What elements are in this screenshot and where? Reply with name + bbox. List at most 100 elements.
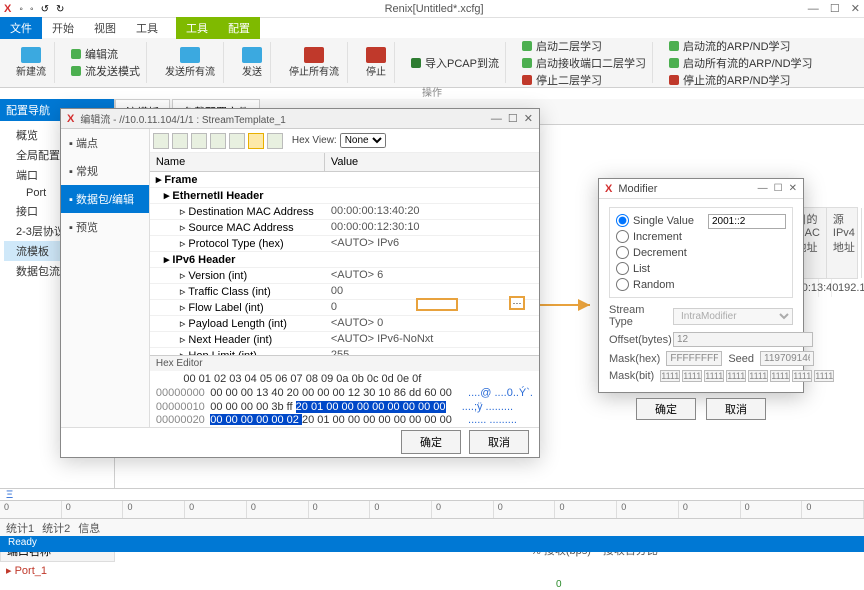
tree-row[interactable]: ▸ Frame: [150, 172, 539, 188]
modifier-maximize[interactable]: ☐: [774, 183, 783, 194]
send-button[interactable]: 发送: [240, 45, 264, 80]
modifier-cancel-button[interactable]: 取消: [706, 398, 766, 420]
hex-view-label: Hex View:: [292, 135, 337, 146]
tree-row[interactable]: ▸ IPv6 Header: [150, 252, 539, 268]
dialog-close[interactable]: ✕: [524, 112, 533, 125]
dialog-title: 编辑流 - //10.0.11.104/1/1 : StreamTemplate…: [80, 111, 485, 126]
timeline-icon[interactable]: Ξ: [0, 488, 864, 500]
packet-tree-grid[interactable]: Name Value ▸ Frame▸ EthernetII Header▹ D…: [150, 153, 539, 355]
edit-stream-dialog: X 编辑流 - //10.0.11.104/1/1 : StreamTempla…: [60, 108, 540, 458]
tb-icon-highlight[interactable]: [248, 133, 264, 149]
maskbit-cell: [660, 370, 680, 382]
cell: 192.168.0.: [832, 279, 864, 297]
packet-toolbar: Hex View: None: [150, 129, 539, 153]
side-preview[interactable]: ▪ 预览: [61, 213, 149, 241]
status-bar: Ready: [0, 536, 864, 552]
tb-icon[interactable]: [172, 133, 188, 149]
tree-row[interactable]: ▹ Protocol Type (hex)<AUTO> IPv6: [150, 236, 539, 252]
dialog-cancel-button[interactable]: 取消: [469, 430, 529, 454]
tab-config[interactable]: 配置: [218, 17, 260, 39]
tree-row[interactable]: ▸ EthernetII Header: [150, 188, 539, 204]
tree-row[interactable]: ▹ Version (int)<AUTO> 6: [150, 268, 539, 284]
seed-label: Seed: [728, 353, 754, 365]
tb-icon[interactable]: [153, 133, 169, 149]
close-button[interactable]: ✕: [851, 3, 860, 15]
stop-button[interactable]: 停止: [364, 45, 388, 80]
l2-start-button[interactable]: 启动二层学习: [522, 38, 646, 54]
tb-icon[interactable]: [191, 133, 207, 149]
arp-stop-button[interactable]: 停止流的ARP/ND学习: [669, 72, 813, 88]
grid-col-value: Value: [325, 153, 539, 171]
tree-row[interactable]: ▹ Hop Limit (int)255: [150, 348, 539, 355]
tree-row[interactable]: ▹ Traffic Class (int)00: [150, 284, 539, 300]
timeline-ruler[interactable]: 00000000000000: [0, 500, 864, 518]
modifier-type-radios: Single Value Increment Decrement List Ra…: [609, 207, 793, 298]
hex-editor: Hex Editor 00 01 02 03 04 05 06 07 08 09…: [150, 355, 539, 427]
side-packet-edit[interactable]: ▪ 数据包/编辑: [61, 185, 149, 213]
side-endpoints[interactable]: ▪ 端点: [61, 129, 149, 157]
tab-tool[interactable]: 工具: [126, 17, 168, 39]
tree-row[interactable]: ▹ Flow Label (int)0: [150, 300, 539, 316]
modifier-title: Modifier: [618, 183, 751, 195]
app-logo: X: [4, 3, 11, 15]
dialog-ok-button[interactable]: 确定: [401, 430, 461, 454]
edit-stream-button[interactable]: 编辑流: [71, 46, 140, 62]
maximize-button[interactable]: ☐: [830, 3, 840, 15]
bottom-tab-info[interactable]: 信息: [78, 520, 100, 536]
tab-view[interactable]: 视图: [84, 17, 126, 39]
tab-tool-ctx[interactable]: 工具: [176, 17, 218, 39]
tab-file[interactable]: 文件: [0, 17, 42, 39]
qa-icon[interactable]: ◦: [19, 4, 23, 15]
side-general[interactable]: ▪ 常规: [61, 157, 149, 185]
hex-content[interactable]: 00 01 02 03 04 05 06 07 08 09 0a 0b 0c 0…: [150, 371, 539, 425]
maskbit-cell: [748, 370, 768, 382]
zero-value: 0: [556, 579, 562, 590]
rx-l2-start-button[interactable]: 启动接收端口二层学习: [522, 55, 646, 71]
modifier-minimize[interactable]: —: [758, 183, 768, 194]
maskbit-cell: [726, 370, 746, 382]
modifier-close[interactable]: ✕: [789, 183, 797, 194]
offset-label: Offset(bytes): [609, 334, 667, 346]
tb-icon[interactable]: [210, 133, 226, 149]
dialog-maximize[interactable]: ☐: [508, 112, 518, 125]
radio-decrement[interactable]: Decrement: [616, 246, 694, 259]
send-mode-button[interactable]: 流发送模式: [71, 63, 140, 79]
arp-all-start-button[interactable]: 启动所有流的ARP/ND学习: [669, 55, 813, 71]
bottom-tab-stats2[interactable]: 统计2: [42, 520, 70, 536]
tree-row[interactable]: ▹ Source MAC Address00:00:00:12:30:10: [150, 220, 539, 236]
bottom-tab-stats1[interactable]: 统计1: [6, 520, 34, 536]
import-pcap-button[interactable]: 导入PCAP到流: [411, 55, 499, 71]
radio-random[interactable]: Random: [616, 278, 694, 291]
radio-increment[interactable]: Increment: [616, 230, 694, 243]
new-stream-button[interactable]: 新建流: [14, 45, 48, 80]
port-row[interactable]: ▸ Port_1: [0, 562, 115, 579]
send-all-button[interactable]: 发送所有流: [163, 45, 217, 80]
maskbit-label: Mask(bit): [609, 370, 654, 382]
window-title: Renix[Untitled*.xcfg]: [68, 3, 799, 15]
single-value-input[interactable]: [708, 214, 786, 229]
hex-view-select[interactable]: None: [340, 133, 386, 148]
dialog-side-nav: ▪ 端点 ▪ 常规 ▪ 数据包/编辑 ▪ 预览: [61, 129, 150, 427]
tree-row[interactable]: ▹ Destination MAC Address00:00:00:13:40:…: [150, 204, 539, 220]
open-modifier-button[interactable]: ···: [509, 296, 525, 310]
arp-start-button[interactable]: 启动流的ARP/ND学习: [669, 38, 813, 54]
stop-all-button[interactable]: 停止所有流: [287, 45, 341, 80]
tree-row[interactable]: ▹ Next Header (int)<AUTO> IPv6-NoNxt: [150, 332, 539, 348]
l2-stop-button[interactable]: 停止二层学习: [522, 72, 646, 88]
tb-icon[interactable]: [267, 133, 283, 149]
tab-start[interactable]: 开始: [42, 17, 84, 39]
tb-icon[interactable]: [229, 133, 245, 149]
tree-row[interactable]: ▹ Payload Length (int)<AUTO> 0: [150, 316, 539, 332]
modifier-ok-button[interactable]: 确定: [636, 398, 696, 420]
maskbit-cell: [792, 370, 812, 382]
grid-col-name: Name: [150, 153, 325, 171]
cell: [819, 279, 832, 297]
dialog-minimize[interactable]: —: [491, 113, 502, 125]
radio-list[interactable]: List: [616, 262, 694, 275]
minimize-button[interactable]: —: [808, 3, 819, 15]
qa-icon[interactable]: ↺: [41, 4, 49, 15]
col-src-ipv4[interactable]: 源IPv4地址: [827, 208, 862, 278]
qa-icon[interactable]: ↻: [56, 4, 64, 15]
radio-single-value[interactable]: Single Value: [616, 214, 694, 227]
qa-icon[interactable]: ◦: [30, 4, 34, 15]
